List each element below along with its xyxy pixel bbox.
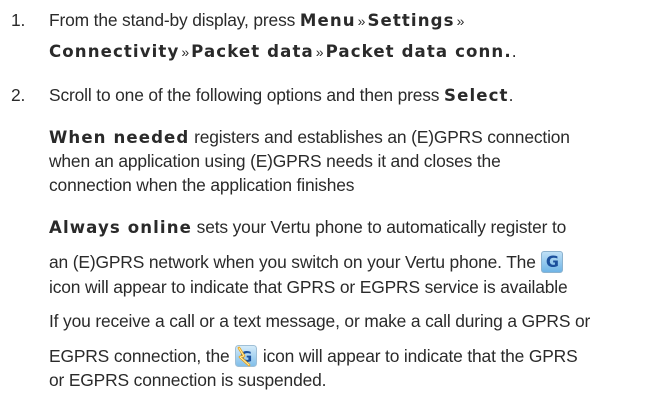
sentence-period: . (508, 85, 514, 105)
packet-data-conn-keyword: Packet data conn. (325, 42, 512, 61)
step-text: Scroll to one of the following options a… (49, 85, 445, 105)
step-number: 1. (11, 10, 26, 30)
packet-data-keyword: Packet data (191, 42, 314, 61)
path-separator: » (181, 44, 190, 60)
suspended-text: icon will appear to indicate that the GP… (258, 346, 578, 366)
settings-keyword: Settings (367, 11, 455, 30)
sentence-period: . (511, 41, 517, 61)
connectivity-keyword: Connectivity (49, 42, 180, 61)
path-separator: » (315, 44, 324, 60)
always-online-term: Always online (49, 218, 192, 237)
document-page: 1. From the stand-by display, press Menu… (0, 0, 662, 399)
step-text: From the stand-by display, press (49, 10, 300, 30)
gprs-g-icon: G (541, 251, 564, 273)
suspended-text: If you receive a call or a text message,… (49, 311, 591, 331)
select-keyword: Select (444, 86, 509, 105)
always-online-text: icon will appear to indicate that GPRS o… (49, 277, 568, 297)
path-separator: » (357, 13, 366, 29)
suspended-text: EGPRS connection, the (49, 346, 235, 366)
suspended-text: or EGPRS connection is suspended. (49, 370, 327, 390)
always-online-text: sets your Vertu phone to automatically r… (191, 217, 567, 237)
step-number: 2. (11, 85, 26, 105)
when-needed-text: connection when the application finishes (49, 175, 355, 195)
when-needed-term: When needed (49, 128, 190, 147)
path-separator: » (456, 13, 465, 29)
menu-keyword: Menu (299, 11, 356, 30)
gprs-suspended-icon: G (235, 345, 258, 367)
when-needed-text: when an application using (E)GPRS needs … (49, 151, 501, 171)
always-online-text: an (E)GPRS network when you switch on yo… (49, 252, 541, 272)
when-needed-text: registers and establishes an (E)GPRS con… (189, 127, 570, 147)
